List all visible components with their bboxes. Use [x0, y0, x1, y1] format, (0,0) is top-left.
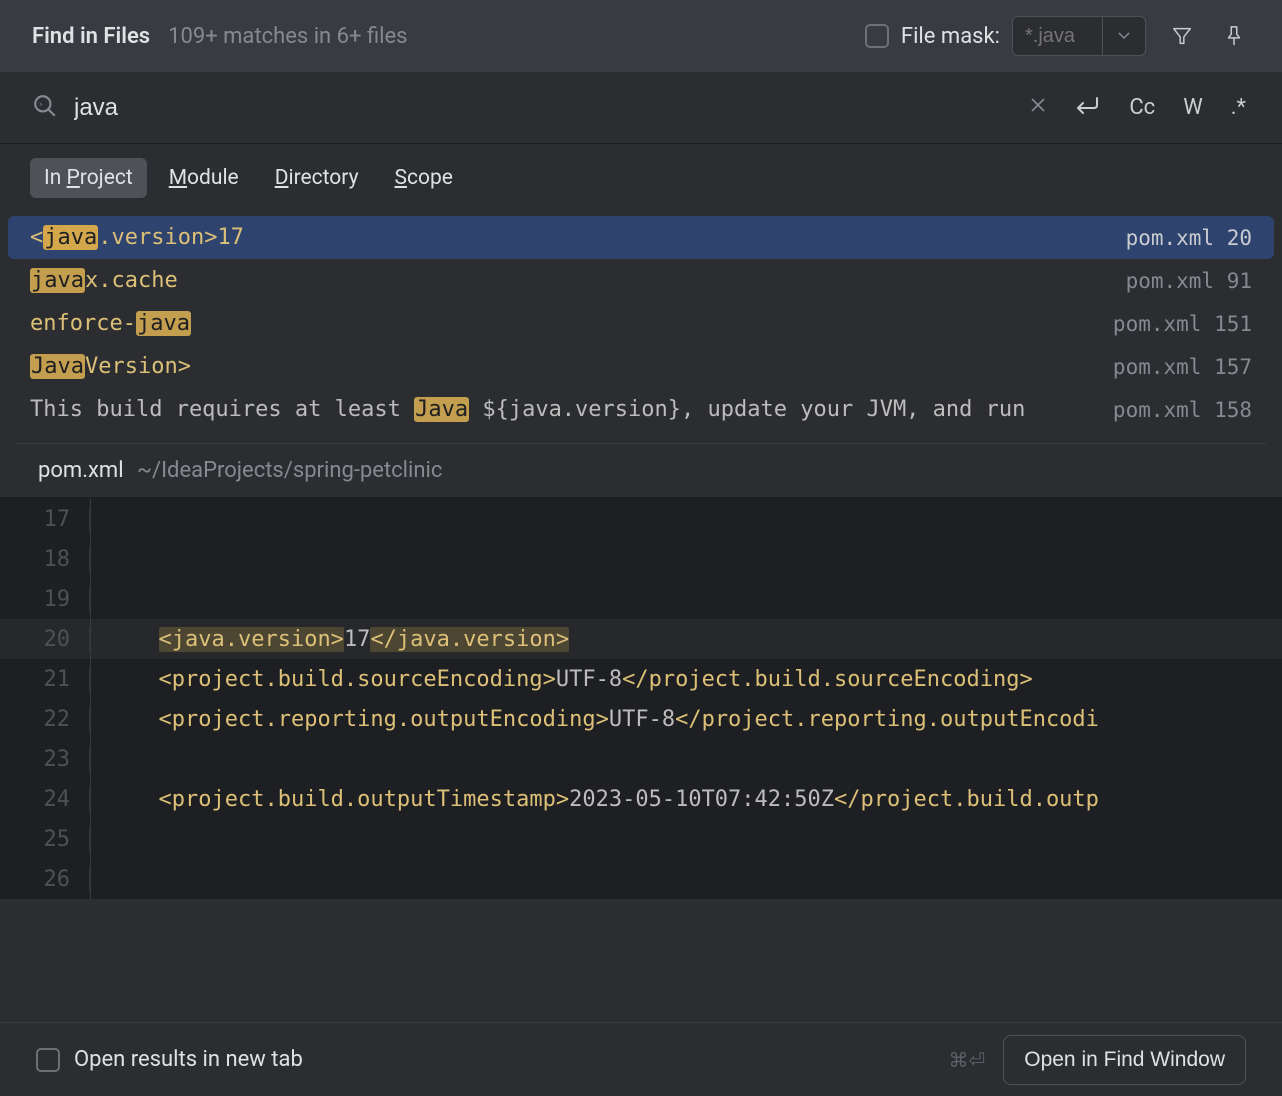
line-number: 18 — [0, 547, 90, 572]
code-line: 21 <project.build.sourceEncoding>UTF-8</… — [0, 659, 1282, 699]
result-row[interactable]: JavaVersion>pom.xml 157 — [0, 345, 1282, 388]
file-mask-input[interactable] — [1012, 16, 1102, 56]
scope-tab-in-project[interactable]: In Project — [30, 158, 147, 198]
line-number: 19 — [0, 587, 90, 612]
line-number: 22 — [0, 707, 90, 732]
code-line: 17 — [0, 499, 1282, 539]
result-row[interactable]: This build requires at least Java ${java… — [0, 388, 1282, 431]
footer-bar: Open results in new tab ⌘⏎ Open in Find … — [0, 1022, 1282, 1096]
header-bar: Find in Files 109+ matches in 6+ files F… — [0, 0, 1282, 72]
pin-icon — [1223, 25, 1245, 47]
filter-icon — [1171, 25, 1193, 47]
scope-tab-directory[interactable]: Directory — [261, 158, 373, 198]
file-mask-dropdown[interactable] — [1102, 16, 1146, 56]
whole-word-button[interactable]: W — [1179, 91, 1207, 124]
code-line: 25 — [0, 819, 1282, 859]
result-location: pom.xml 151 — [1113, 312, 1252, 336]
match-count: 109+ matches in 6+ files — [168, 24, 407, 49]
pin-button[interactable] — [1218, 20, 1250, 52]
code-line: 24 <project.build.outputTimestamp>2023-0… — [0, 779, 1282, 819]
search-icon[interactable] — [32, 93, 58, 123]
code-line: 26 — [0, 859, 1282, 899]
code-line: 18 — [0, 539, 1282, 579]
code-line: 20 <java.version>17</java.version> — [0, 619, 1282, 659]
match-case-button[interactable]: Cc — [1125, 91, 1159, 124]
scope-tab-scope[interactable]: Scope — [381, 158, 467, 198]
line-number: 17 — [0, 507, 90, 532]
line-number: 26 — [0, 867, 90, 892]
shortcut-hint: ⌘⏎ — [948, 1048, 985, 1072]
preview-file-name: pom.xml — [38, 458, 124, 483]
newline-button[interactable] — [1071, 91, 1105, 124]
result-location: pom.xml 91 — [1126, 269, 1252, 293]
results-list: <java.version>17pom.xml 20javax.cachepom… — [0, 216, 1282, 431]
new-tab-checkbox[interactable] — [36, 1048, 60, 1072]
open-find-window-button[interactable]: Open in Find Window — [1003, 1035, 1246, 1085]
line-number: 24 — [0, 787, 90, 812]
result-location: pom.xml 158 — [1113, 398, 1252, 422]
scope-tab-module[interactable]: Module — [155, 158, 253, 198]
result-location: pom.xml 157 — [1113, 355, 1252, 379]
result-row[interactable]: <java.version>17pom.xml 20 — [8, 216, 1274, 259]
preview-file-path: pom.xml ~/IdeaProjects/spring-petclinic — [0, 444, 1282, 497]
chevron-down-icon — [1118, 32, 1130, 40]
file-mask-label: File mask: — [901, 24, 1000, 49]
preview-file-dir: ~/IdeaProjects/spring-petclinic — [137, 458, 442, 483]
line-number: 23 — [0, 747, 90, 772]
regex-button[interactable]: .* — [1227, 91, 1250, 124]
scope-tabs: In ProjectModuleDirectoryScope — [0, 144, 1282, 216]
line-number: 20 — [0, 627, 90, 652]
result-row[interactable]: enforce-javapom.xml 151 — [0, 302, 1282, 345]
filter-button[interactable] — [1166, 20, 1198, 52]
line-number: 25 — [0, 827, 90, 852]
code-line: 23 — [0, 739, 1282, 779]
result-location: pom.xml 20 — [1126, 226, 1252, 250]
close-icon — [1029, 96, 1047, 114]
search-bar: Cc W .* — [0, 72, 1282, 144]
code-line: 19 — [0, 579, 1282, 619]
newline-icon — [1075, 96, 1101, 114]
clear-search-button[interactable] — [1025, 91, 1051, 124]
result-row[interactable]: javax.cachepom.xml 91 — [0, 259, 1282, 302]
search-input[interactable] — [74, 94, 1025, 122]
line-number: 21 — [0, 667, 90, 692]
new-tab-label: Open results in new tab — [74, 1047, 303, 1072]
file-mask-checkbox[interactable] — [865, 24, 889, 48]
code-preview[interactable]: 17 18 19 20 <java.version>17</java.version… — [0, 497, 1282, 899]
dialog-title: Find in Files — [32, 24, 150, 49]
code-line: 22 <project.reporting.outputEncoding>UTF… — [0, 699, 1282, 739]
